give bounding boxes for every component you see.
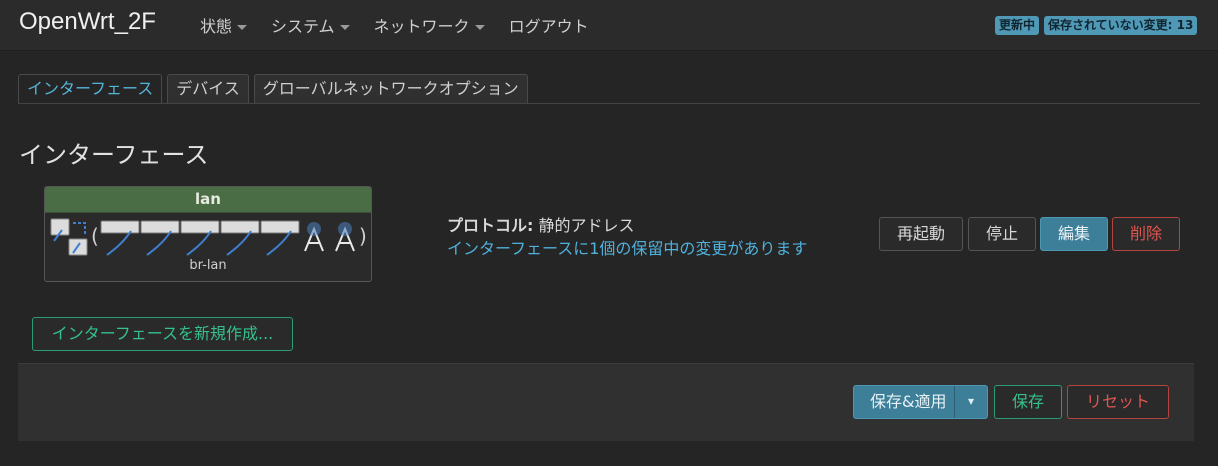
tab-devices[interactable]: デバイス — [167, 74, 249, 104]
section-title: インターフェース — [19, 141, 209, 169]
tab-interfaces[interactable]: インターフェース — [18, 74, 163, 104]
tab-global-options[interactable]: グローバルネットワークオプション — [253, 74, 528, 104]
main-nav: 状態 システム ネットワーク ログアウト — [200, 13, 613, 37]
tab-bar: インターフェース デバイス グローバルネットワークオプション — [18, 74, 533, 104]
reset-button[interactable]: リセット — [1067, 385, 1169, 419]
svg-text:(: ( — [91, 224, 99, 248]
save-button[interactable]: 保存 — [994, 385, 1062, 419]
delete-button[interactable]: 削除 — [1112, 217, 1180, 251]
interface-name: lan — [45, 187, 371, 213]
save-apply-button[interactable]: 保存&適用 ▾ — [853, 385, 988, 419]
stop-button[interactable]: 停止 — [968, 217, 1036, 251]
nav-status-label: 状態 — [200, 17, 233, 36]
interface-ports-icon: ( ) — [50, 218, 367, 256]
nav-logout[interactable]: ログアウト — [509, 13, 589, 37]
edit-button[interactable]: 編集 — [1040, 217, 1108, 251]
top-navbar: OpenWrt_2F 状態 システム ネットワーク ログアウト 更新中 保存され… — [0, 0, 1218, 50]
nav-system[interactable]: システム — [271, 13, 350, 37]
chevron-down-icon — [237, 24, 248, 30]
nav-status[interactable]: 状態 — [200, 13, 248, 37]
unsaved-changes-badge[interactable]: 保存されていない変更: 13 — [1044, 16, 1198, 35]
tab-divider — [18, 103, 1200, 104]
brand-title[interactable]: OpenWrt_2F — [19, 8, 156, 36]
protocol-line: プロトコル: 静的アドレス — [447, 212, 635, 236]
add-interface-button[interactable]: インターフェースを新規作成... — [32, 317, 293, 351]
nav-system-label: システム — [271, 17, 335, 36]
restart-button[interactable]: 再起動 — [879, 217, 963, 251]
svg-text:): ) — [359, 224, 367, 248]
refreshing-badge: 更新中 — [995, 16, 1040, 35]
protocol-value: 静的アドレス — [533, 216, 635, 235]
interface-device: br-lan — [189, 258, 227, 273]
save-apply-label: 保存&適用 — [870, 392, 947, 411]
nav-network[interactable]: ネットワーク — [374, 13, 485, 37]
nav-logout-label: ログアウト — [508, 17, 589, 36]
nav-network-label: ネットワーク — [373, 17, 470, 36]
chevron-down-icon — [339, 24, 350, 30]
interface-card-lan: lan ( ) br-lan — [44, 186, 372, 282]
chevron-down-icon — [474, 24, 485, 30]
protocol-label: プロトコル: — [447, 216, 534, 235]
pending-changes-link[interactable]: インターフェースに1個の保留中の変更があります — [447, 235, 807, 259]
dropdown-toggle-icon[interactable]: ▾ — [954, 386, 987, 418]
